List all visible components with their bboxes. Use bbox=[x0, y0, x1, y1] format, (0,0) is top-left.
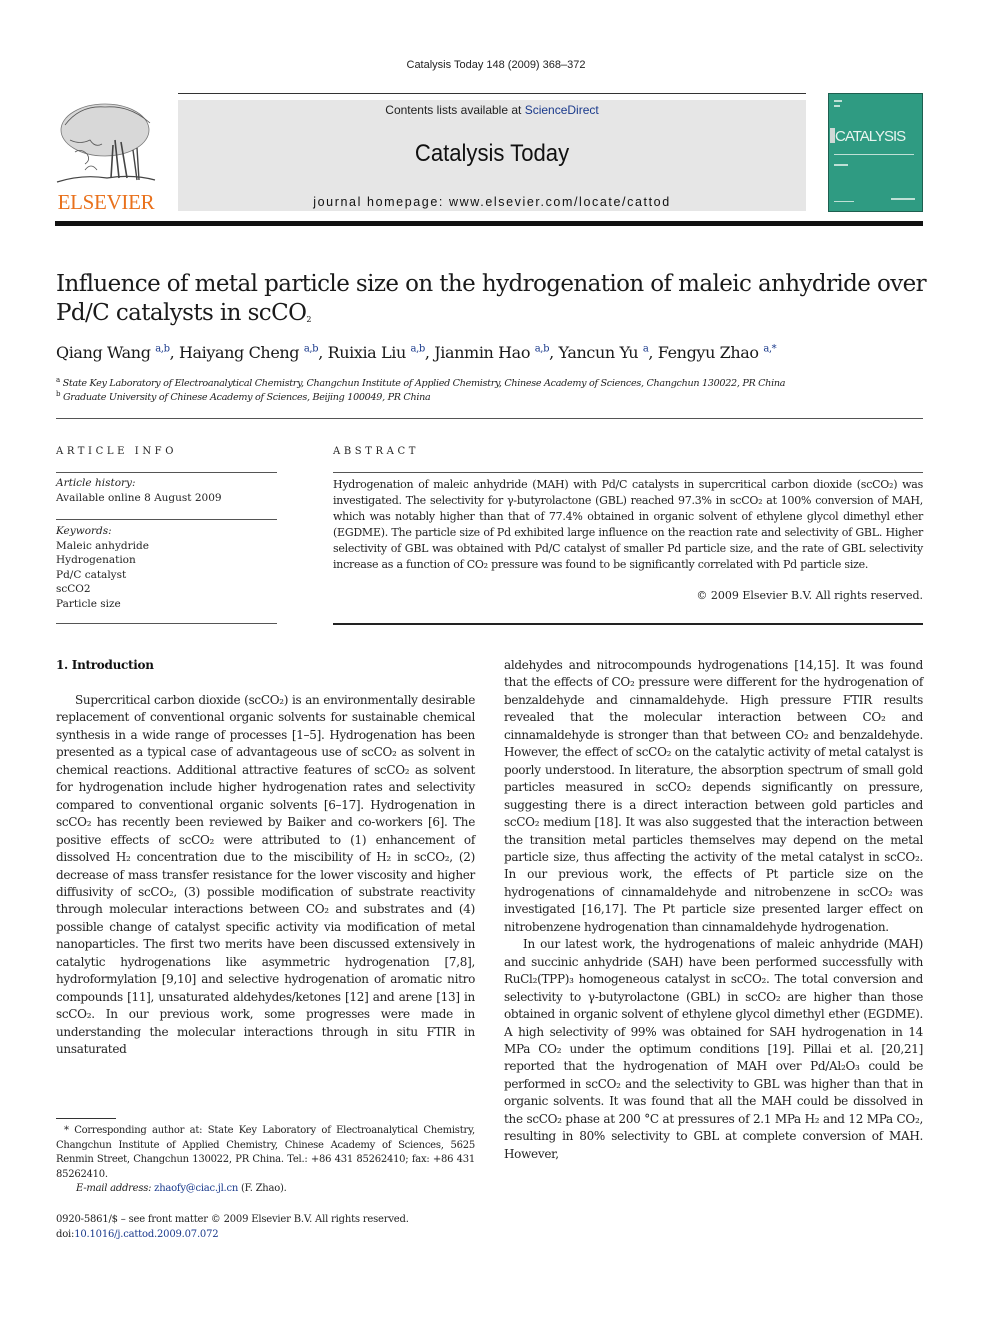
article-history: Article history: Available online 8 Augu… bbox=[56, 477, 222, 504]
cover-decoration bbox=[834, 201, 854, 202]
cover-decoration bbox=[834, 154, 914, 155]
sciencedirect-link[interactable]: ScienceDirect bbox=[525, 103, 599, 117]
tree-icon bbox=[56, 103, 156, 183]
keyword: Particle size bbox=[56, 597, 121, 610]
divider bbox=[56, 519, 277, 520]
journal-cover-thumbnail[interactable]: CATALYSIS bbox=[828, 93, 923, 212]
divider bbox=[333, 472, 923, 473]
header-top-rule bbox=[178, 93, 806, 94]
journal-homepage[interactable]: journal homepage: www.elsevier.com/locat… bbox=[178, 195, 806, 209]
doi-link[interactable]: 10.1016/j.cattod.2009.07.072 bbox=[74, 1229, 218, 1240]
divider bbox=[56, 418, 923, 419]
divider bbox=[56, 623, 277, 624]
elsevier-logo[interactable]: ELSEVIER bbox=[55, 100, 157, 215]
corresponding-author-footnote: * Corresponding author at: State Key Lab… bbox=[56, 1125, 475, 1194]
author[interactable]: Haiyang Cheng a,b bbox=[179, 343, 319, 362]
intro-left-column: Supercritical carbon dioxide (scCO₂) is … bbox=[56, 692, 475, 1059]
article-info-heading: ARTICLE INFO bbox=[56, 446, 178, 457]
footnote-rule bbox=[56, 1118, 116, 1119]
author[interactable]: Qiang Wang a,b bbox=[56, 343, 170, 362]
paragraph: Supercritical carbon dioxide (scCO₂) is … bbox=[56, 693, 475, 1057]
running-head: Catalysis Today 148 (2009) 368–372 bbox=[406, 59, 586, 71]
keywords: Keywords: Maleic anhydride Hydrogenation… bbox=[56, 525, 149, 610]
divider bbox=[56, 472, 277, 473]
abstract-heading: ABSTRACT bbox=[333, 446, 419, 457]
elsevier-wordmark: ELSEVIER bbox=[57, 190, 155, 214]
cover-decoration bbox=[834, 164, 848, 166]
keyword: Maleic anhydride bbox=[56, 539, 149, 552]
affiliation-a: a State Key Laboratory of Electroanalyti… bbox=[56, 376, 786, 390]
cover-decoration bbox=[834, 100, 842, 102]
contents-line: Contents lists available at ScienceDirec… bbox=[385, 103, 599, 117]
article-title: Influence of metal particle size on the … bbox=[56, 271, 927, 326]
abstract-copyright: © 2009 Elsevier B.V. All rights reserved… bbox=[696, 589, 923, 602]
cover-decoration bbox=[891, 198, 915, 200]
keyword: scCO2 bbox=[56, 583, 91, 595]
cover-title: CATALYSIS bbox=[835, 128, 906, 145]
paragraph: aldehydes and nitrocompounds hydrogenati… bbox=[504, 658, 923, 934]
journal-title: Catalysis Today bbox=[414, 140, 570, 167]
email-link[interactable]: zhaofy@ciac.jl.cn bbox=[154, 1183, 238, 1194]
affiliation-b: b Graduate University of Chinese Academy… bbox=[56, 390, 431, 404]
cover-decoration bbox=[834, 105, 840, 107]
divider bbox=[333, 623, 923, 625]
keyword: Pd/C catalyst bbox=[56, 568, 127, 581]
paragraph: In our latest work, the hydrogenations o… bbox=[504, 937, 923, 1161]
front-matter: 0920-5861/$ – see front matter © 2009 El… bbox=[56, 1214, 409, 1240]
journal-masthead: Contents lists available at ScienceDirec… bbox=[178, 100, 806, 211]
author[interactable]: Ruixia Liu a,b bbox=[328, 343, 426, 362]
author[interactable]: Yancun Yu a bbox=[558, 343, 648, 362]
intro-right-column: aldehydes and nitrocompounds hydrogenati… bbox=[504, 657, 923, 1163]
keyword: Hydrogenation bbox=[56, 554, 136, 566]
header-thick-rule bbox=[55, 221, 923, 226]
abstract-text: Hydrogenation of maleic anhydride (MAH) … bbox=[333, 478, 923, 571]
author[interactable]: Fengyu Zhao a,* bbox=[658, 343, 777, 362]
section-heading-introduction: 1. Introduction bbox=[56, 658, 154, 672]
author-list: Qiang Wang a,b, Haiyang Cheng a,b, Ruixi… bbox=[56, 343, 777, 362]
author[interactable]: Jianmin Hao a,b bbox=[434, 343, 549, 362]
